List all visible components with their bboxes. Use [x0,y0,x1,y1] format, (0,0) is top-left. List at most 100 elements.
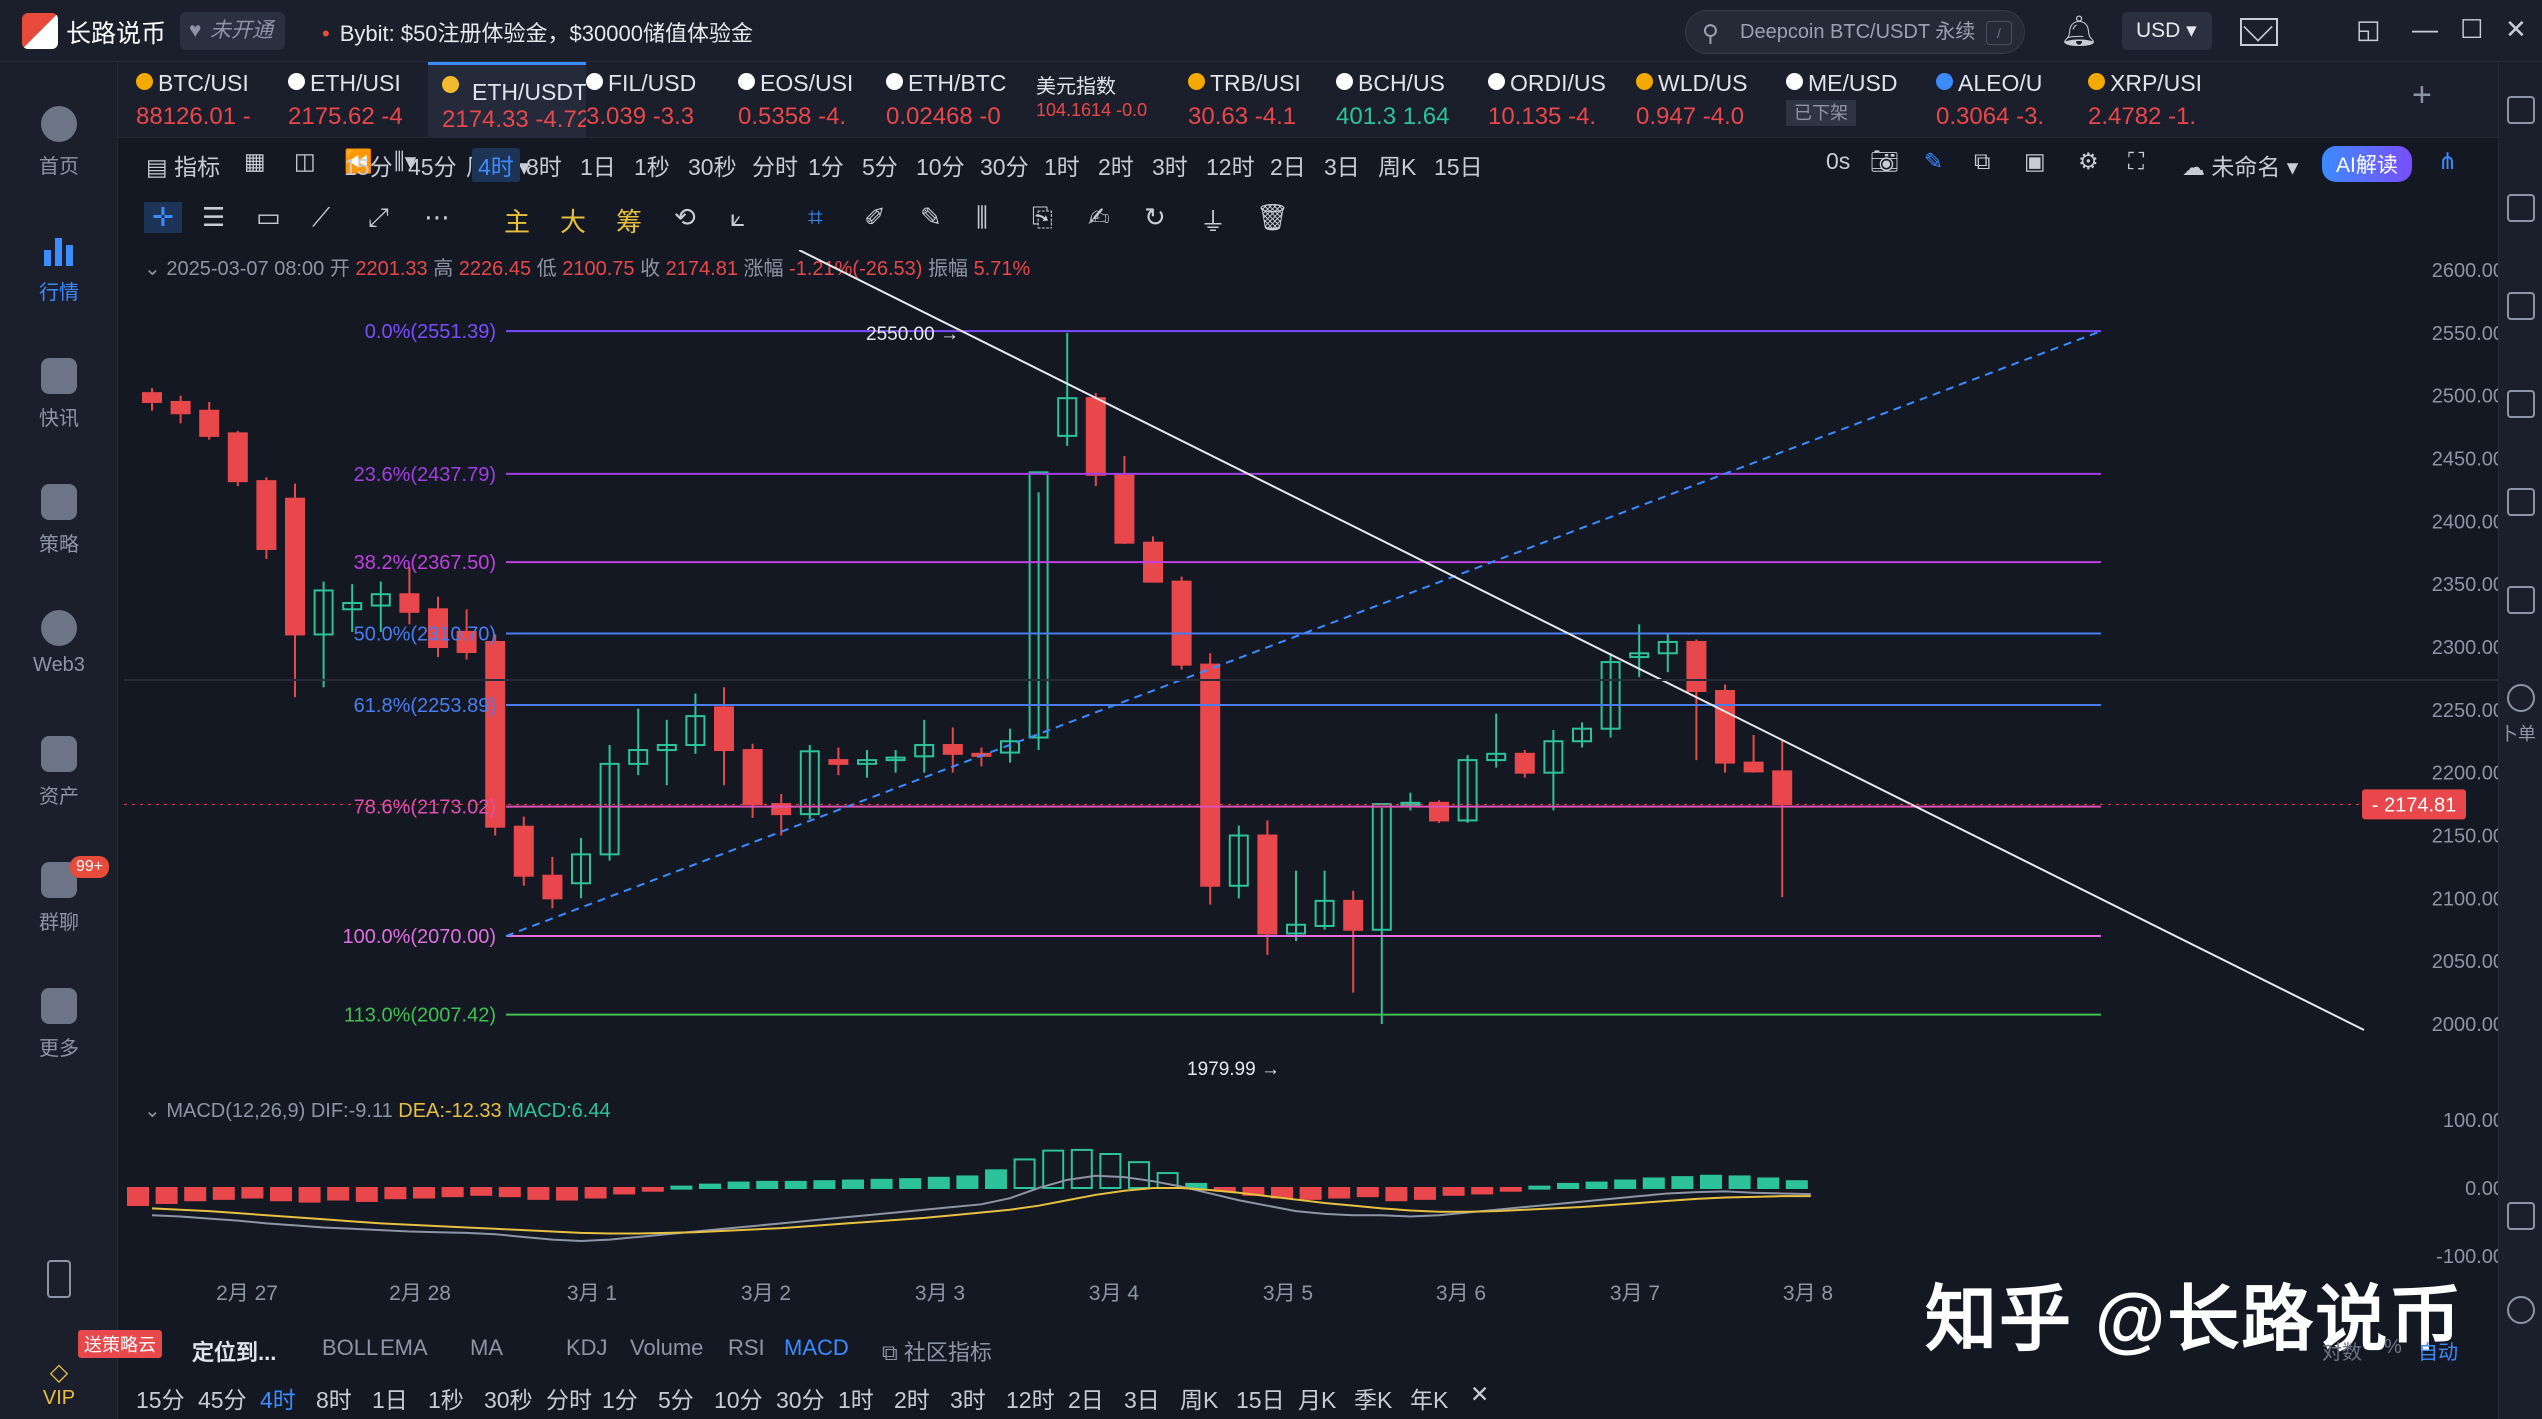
account-status-badge[interactable]: 未开通 [180,12,285,50]
nav-strategy[interactable]: 策略 [0,484,118,557]
ticker-tab[interactable]: BCH/US 401.3 1.64 [1336,62,1484,138]
crosshair-icon[interactable]: ✛ [144,202,182,233]
period-16[interactable]: 2日 [1270,148,1306,182]
nav-web3[interactable]: Web3 [0,610,118,677]
trend-icon[interactable] [2507,390,2535,418]
price-chart[interactable]: 2000.00 2050.00 2100.00 2150.00 2200.00 2250.… [124,250,2498,1325]
indicator-macd[interactable]: MACD [784,1335,849,1361]
nav-vip[interactable]: ◇ VIP [0,1358,118,1410]
maximize-icon[interactable]: ☐ [2460,14,2483,45]
big-order-button[interactable]: 大 [560,202,586,239]
bottom-period-6[interactable]: 30秒 [484,1381,533,1415]
etf-icon[interactable] [2507,586,2535,614]
currency-select[interactable]: USD ▾ [2122,12,2212,50]
template-icon[interactable]: ▣ [2024,148,2046,175]
filter-icon[interactable]: ⏚ [1200,202,1226,239]
period-8[interactable]: 1分 [808,148,844,182]
panel-icon[interactable] [2507,1202,2535,1230]
layout-name-menu[interactable]: ☁ 未命名 ▾ [2182,148,2298,182]
nav-assets[interactable]: 资产 [0,736,118,809]
indicator-button[interactable]: ▤ 指标 [146,148,220,182]
period-17[interactable]: 3日 [1324,148,1360,182]
window-icon[interactable]: ⧉ [1974,148,1990,175]
magnet-icon[interactable]: ⟲ [674,202,696,233]
period-6[interactable]: 30秒 [688,148,737,182]
ticker-tab[interactable]: TRB/USI 30.63 -4.1 [1188,62,1334,138]
trendline[interactable] [798,250,2365,1031]
nav-home[interactable]: 首页 [0,106,118,179]
bottom-period-10[interactable]: 10分 [714,1381,763,1415]
locate-button[interactable]: 定位到... [192,1335,276,1367]
bottom-period-20[interactable]: 月K [1298,1381,1336,1415]
order-icon[interactable] [2507,684,2535,712]
share-icon[interactable]: ⋔ [2438,148,2457,175]
indicator-kdj[interactable]: KDJ [566,1335,608,1361]
minimize-icon[interactable]: — [2412,14,2438,45]
nav-chat[interactable]: 99+ 群聊 [0,856,118,935]
trendline-icon[interactable]: ⟋ [312,202,330,234]
mobile-icon[interactable] [0,1260,118,1306]
bottom-period-7[interactable]: 分时 [546,1381,592,1415]
search-box[interactable]: ⚲ / [1685,10,2025,54]
brush-icon[interactable]: ✐ [864,202,886,233]
edit-note-icon[interactable]: ✍ [1088,202,1110,233]
bottom-period-14[interactable]: 3时 [950,1381,986,1415]
ticker-tab[interactable]: ETH/BTC 0.02468 -0 [886,62,1034,138]
bottom-period-2[interactable]: 4时 [260,1381,296,1415]
period-15[interactable]: 12时 [1206,148,1255,182]
period-10[interactable]: 10分 [916,148,965,182]
settings-icon[interactable]: ⚙ [2078,148,2099,175]
close-period-icon[interactable]: ✕ [1470,1381,1489,1408]
ai-analysis-button[interactable]: AI解读 [2322,146,2412,182]
ticker-tab[interactable]: WLD/US 0.947 -4.0 [1636,62,1784,138]
nav-news[interactable]: 快讯 [0,358,118,431]
bottom-period-0[interactable]: 15分 [136,1381,185,1415]
log-scale-toggle[interactable]: 对数 [2322,1336,2362,1365]
ray-icon[interactable]: ⤢ [368,202,389,234]
bottom-period-21[interactable]: 季K [1354,1381,1392,1415]
bottom-period-9[interactable]: 5分 [658,1381,694,1415]
search-input[interactable] [1740,17,1980,47]
percent-scale-toggle[interactable]: % [2384,1336,2402,1359]
nav-market[interactable]: 行情 [0,232,118,305]
lock-draw-icon[interactable]: ⌗ [808,202,823,234]
split-view-icon[interactable]: ◫ [294,148,316,175]
period-13[interactable]: 2时 [1098,148,1134,182]
ticker-tab[interactable]: 美元指数 104.1614 -0.0 [1036,62,1186,138]
period-2[interactable]: 4时 [472,148,520,182]
lines-icon[interactable]: ☰ [202,202,225,233]
trash-icon[interactable]: 🗑︎ [1256,202,1289,233]
orderbook-icon[interactable] [2507,194,2535,222]
period-12[interactable]: 1时 [1044,148,1080,182]
clipboard-icon[interactable]: ⎘ [1032,202,1053,234]
bottom-period-1[interactable]: 45分 [198,1381,247,1415]
indicator-ma[interactable]: MA [470,1335,503,1361]
bottom-period-13[interactable]: 2时 [894,1381,930,1415]
ticker-tab[interactable]: ME/USD 已下架 [1786,62,1934,138]
bottom-period-16[interactable]: 2日 [1068,1381,1104,1415]
auto-scale-toggle[interactable]: 自动 [2418,1336,2458,1365]
bottom-period-4[interactable]: 1日 [372,1381,408,1415]
calendar-icon[interactable]: ▦ [244,148,266,175]
bottom-period-3[interactable]: 8时 [316,1381,352,1415]
mail-icon[interactable] [2240,18,2278,46]
main-chart-button[interactable]: 主 [504,202,530,239]
layout-icon[interactable]: ◱ [2356,14,2381,45]
eraser-icon[interactable]: ✎ [920,202,942,233]
bottom-period-15[interactable]: 12时 [1006,1381,1055,1415]
bottom-period-8[interactable]: 1分 [602,1381,638,1415]
period-14[interactable]: 3时 [1152,148,1188,182]
ticker-tab[interactable]: XRP/USI 2.4782 -1. [2088,62,2228,138]
period-7[interactable]: 分时 [752,148,798,182]
period-11[interactable]: 30分 [980,148,1029,182]
ticker-tab[interactable]: ETH/USI 2175.62 -4 [288,62,432,138]
ticker-tab[interactable]: ETH/USDT永续2174.33 -4.72% [428,62,586,138]
nav-more[interactable]: 更多 [0,988,118,1061]
collapse-icon[interactable]: ⌄ [144,1100,161,1122]
period-3[interactable]: 8时 [526,148,562,182]
bottom-period-17[interactable]: 3日 [1124,1381,1160,1415]
indicator-ema[interactable]: EMA [380,1335,428,1361]
ticker-tab[interactable]: EOS/USI 0.5358 -4. [738,62,882,138]
period-0[interactable]: 15分 [344,148,393,182]
more-tools-icon[interactable]: ⋯ [424,202,450,233]
